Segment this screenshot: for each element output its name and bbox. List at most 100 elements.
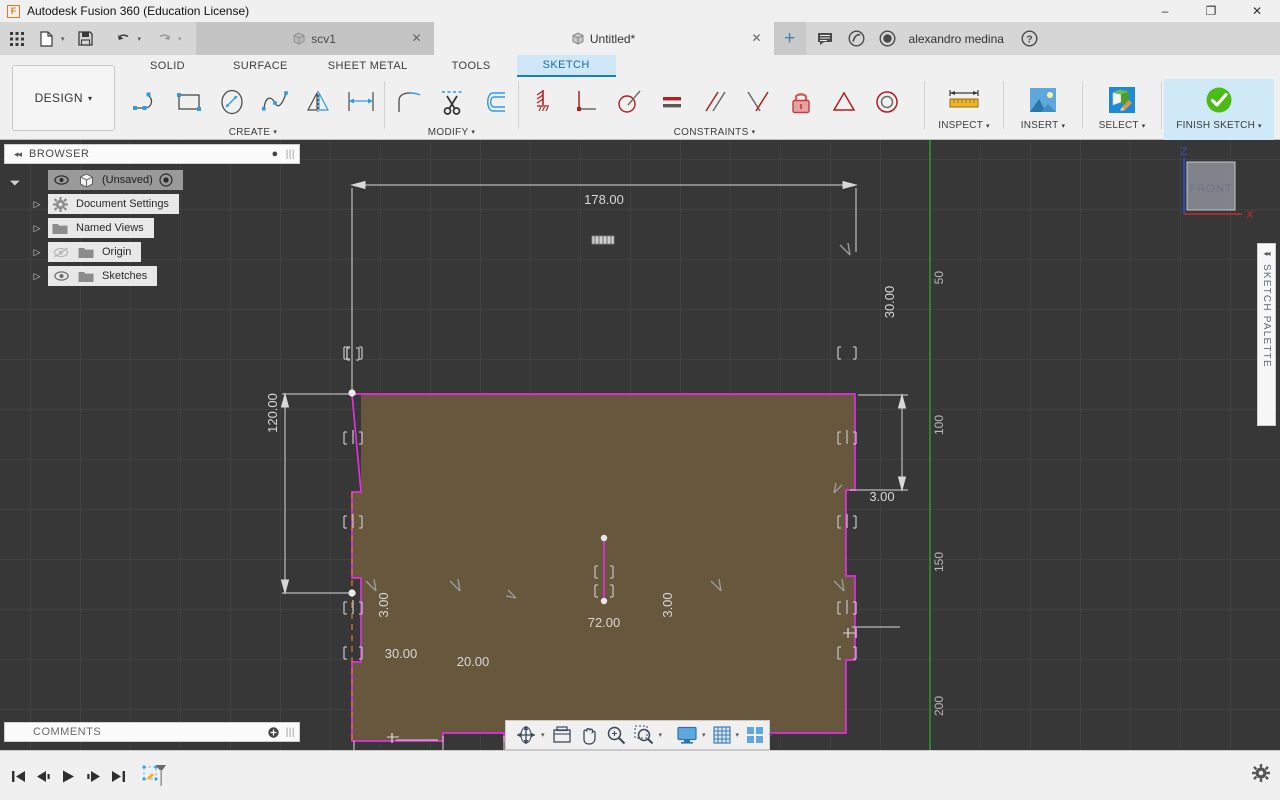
minimize-button[interactable]: – [1142,0,1188,22]
browser-item-chip[interactable]: (Unsaved) [48,170,183,190]
sketch-trim-icon[interactable] [430,80,473,123]
sketch-feature-icon[interactable] [140,764,170,788]
tab-sheet-metal[interactable]: SHEET METAL [310,55,426,77]
new-document-icon[interactable] [34,26,60,52]
zoom-icon[interactable] [602,721,630,749]
workspace-selector[interactable]: DESIGN ▾ [12,65,115,131]
document-tab-untitled[interactable]: Untitled* ✕ [433,22,774,55]
sketch-spline-icon[interactable] [253,80,296,123]
sketch-mirror-icon[interactable] [296,80,339,123]
sketch-arc-icon[interactable] [124,80,167,123]
go-to-end-icon[interactable] [106,764,131,788]
constraint-fix-icon[interactable] [779,80,822,123]
orbit-icon[interactable] [512,721,540,749]
sketch-rectangle-icon[interactable] [167,80,210,123]
sketch-canvas[interactable]: 178.00 120.00 30.00 3.00 30.00 20.00 72.… [0,140,1280,750]
finish-sketch-button[interactable]: FINISH SKETCH ▾ [1164,79,1274,140]
browser-item-named-views[interactable]: ▷ Named Views [4,218,300,238]
close-button[interactable]: ✕ [1234,0,1280,22]
panel-grip-icon[interactable]: ||| [286,149,295,160]
tab-sketch[interactable]: SKETCH [516,55,616,77]
ribbon-group-label-modify[interactable]: MODIFY ▾ [387,124,516,140]
comments-icon[interactable] [810,22,841,55]
settings-gear-icon[interactable] [1252,764,1270,782]
comments-panel[interactable]: COMMENTS ||| [4,722,300,742]
insert-button[interactable]: INSERT ▾ [1006,79,1080,140]
step-forward-icon[interactable] [81,764,106,788]
browser-item-document-settings[interactable]: ▷ Document Settings [4,194,300,214]
recent-icon[interactable] [872,22,903,55]
document-tab-scv1[interactable]: scv1 ✕ [195,22,434,55]
new-document-caret[interactable]: ▾ [61,35,65,43]
undo-caret[interactable]: ▾ [138,35,142,43]
step-back-icon[interactable] [31,764,56,788]
visibility-eye-icon[interactable] [48,271,74,281]
sketch-offset-icon[interactable] [473,80,516,123]
grid-apps-icon[interactable] [4,26,30,52]
sketch-palette-tab[interactable]: ◂◂ SKETCH PALETTE [1257,243,1276,426]
collapse-left-icon[interactable]: ◂◂ [1263,249,1270,258]
tab-solid[interactable]: SOLID [124,55,211,77]
constraint-midpoint-icon[interactable] [822,80,865,123]
browser-item-chip[interactable]: Origin [48,242,142,262]
constraint-concentric-icon[interactable] [865,80,908,123]
tab-tools[interactable]: TOOLS [426,55,517,77]
expand-arrow-icon[interactable]: ◢ [3,168,26,191]
expand-arrow-icon[interactable]: ▷ [26,199,48,210]
play-icon[interactable] [56,764,81,788]
browser-item-unsaved[interactable]: ◢ (Unsaved) [4,170,300,190]
browser-item-sketches[interactable]: ▷ Sketches [4,266,300,286]
sketch-fillet-icon[interactable] [387,80,430,123]
constraint-parallel-icon[interactable] [693,80,736,123]
viewports-caret[interactable]: ▾ [769,731,773,739]
grid-snap-caret[interactable]: ▾ [736,731,740,739]
sketch-circle-icon[interactable] [210,80,253,123]
view-cube[interactable]: Z X FRONT [1166,144,1262,236]
browser-item-chip[interactable]: Named Views [48,218,154,238]
tab-surface[interactable]: SURFACE [211,55,310,77]
go-to-beginning-icon[interactable] [6,764,31,788]
visibility-eye-off-icon[interactable] [48,246,74,258]
redo-caret[interactable]: ▾ [178,35,182,43]
expand-arrow-icon[interactable]: ▷ [26,223,48,234]
maximize-button[interactable]: ❐ [1188,0,1234,22]
display-settings-caret[interactable]: ▾ [702,731,706,739]
pan-hand-icon[interactable] [576,721,602,749]
redo-icon[interactable] [151,26,177,52]
sketch-dimension-icon[interactable] [339,80,382,123]
zoom-window-icon[interactable] [630,721,658,749]
browser-item-origin[interactable]: ▷ Origin [4,242,300,262]
activate-component-radio[interactable] [159,173,173,187]
document-tab-close-icon[interactable]: ✕ [751,31,761,45]
constraint-equal-icon[interactable] [650,80,693,123]
user-name-label[interactable]: alexandro medina [909,32,1004,46]
constraint-symmetry-icon[interactable] [736,80,779,123]
visibility-eye-icon[interactable] [48,175,74,185]
save-icon[interactable] [73,26,99,52]
ribbon-group-label-create[interactable]: CREATE ▾ [124,124,382,140]
collapse-left-icon[interactable]: ◂◂ [14,149,22,160]
constraint-perpendicular-icon[interactable] [564,80,607,123]
document-tab-close-icon[interactable]: ✕ [411,31,421,45]
look-at-icon[interactable] [548,721,576,749]
panel-grip-icon[interactable]: ||| [286,727,295,738]
zoom-window-caret[interactable]: ▾ [659,731,663,739]
expand-arrow-icon[interactable]: ▷ [26,247,48,258]
ribbon-group-label-constraints[interactable]: CONSTRAINTS ▾ [521,124,908,140]
add-comment-icon[interactable] [268,726,279,738]
minimize-panel-icon[interactable]: ● [272,148,279,160]
undo-icon[interactable] [111,26,137,52]
extensions-icon[interactable] [841,22,872,55]
new-tab-button[interactable]: + [773,22,806,55]
constraint-tangent-icon[interactable] [607,80,650,123]
display-settings-icon[interactable] [673,721,701,749]
browser-item-chip[interactable]: Sketches [48,266,158,286]
inspect-button[interactable]: INSPECT ▾ [927,79,1001,140]
browser-item-chip[interactable]: Document Settings [48,194,179,214]
orbit-caret[interactable]: ▾ [541,731,545,739]
grid-snap-icon[interactable] [709,721,735,749]
select-button[interactable]: SELECT ▾ [1085,79,1159,140]
expand-arrow-icon[interactable]: ▷ [26,271,48,282]
viewports-icon[interactable] [742,721,768,749]
help-icon[interactable]: ? [1014,22,1045,55]
